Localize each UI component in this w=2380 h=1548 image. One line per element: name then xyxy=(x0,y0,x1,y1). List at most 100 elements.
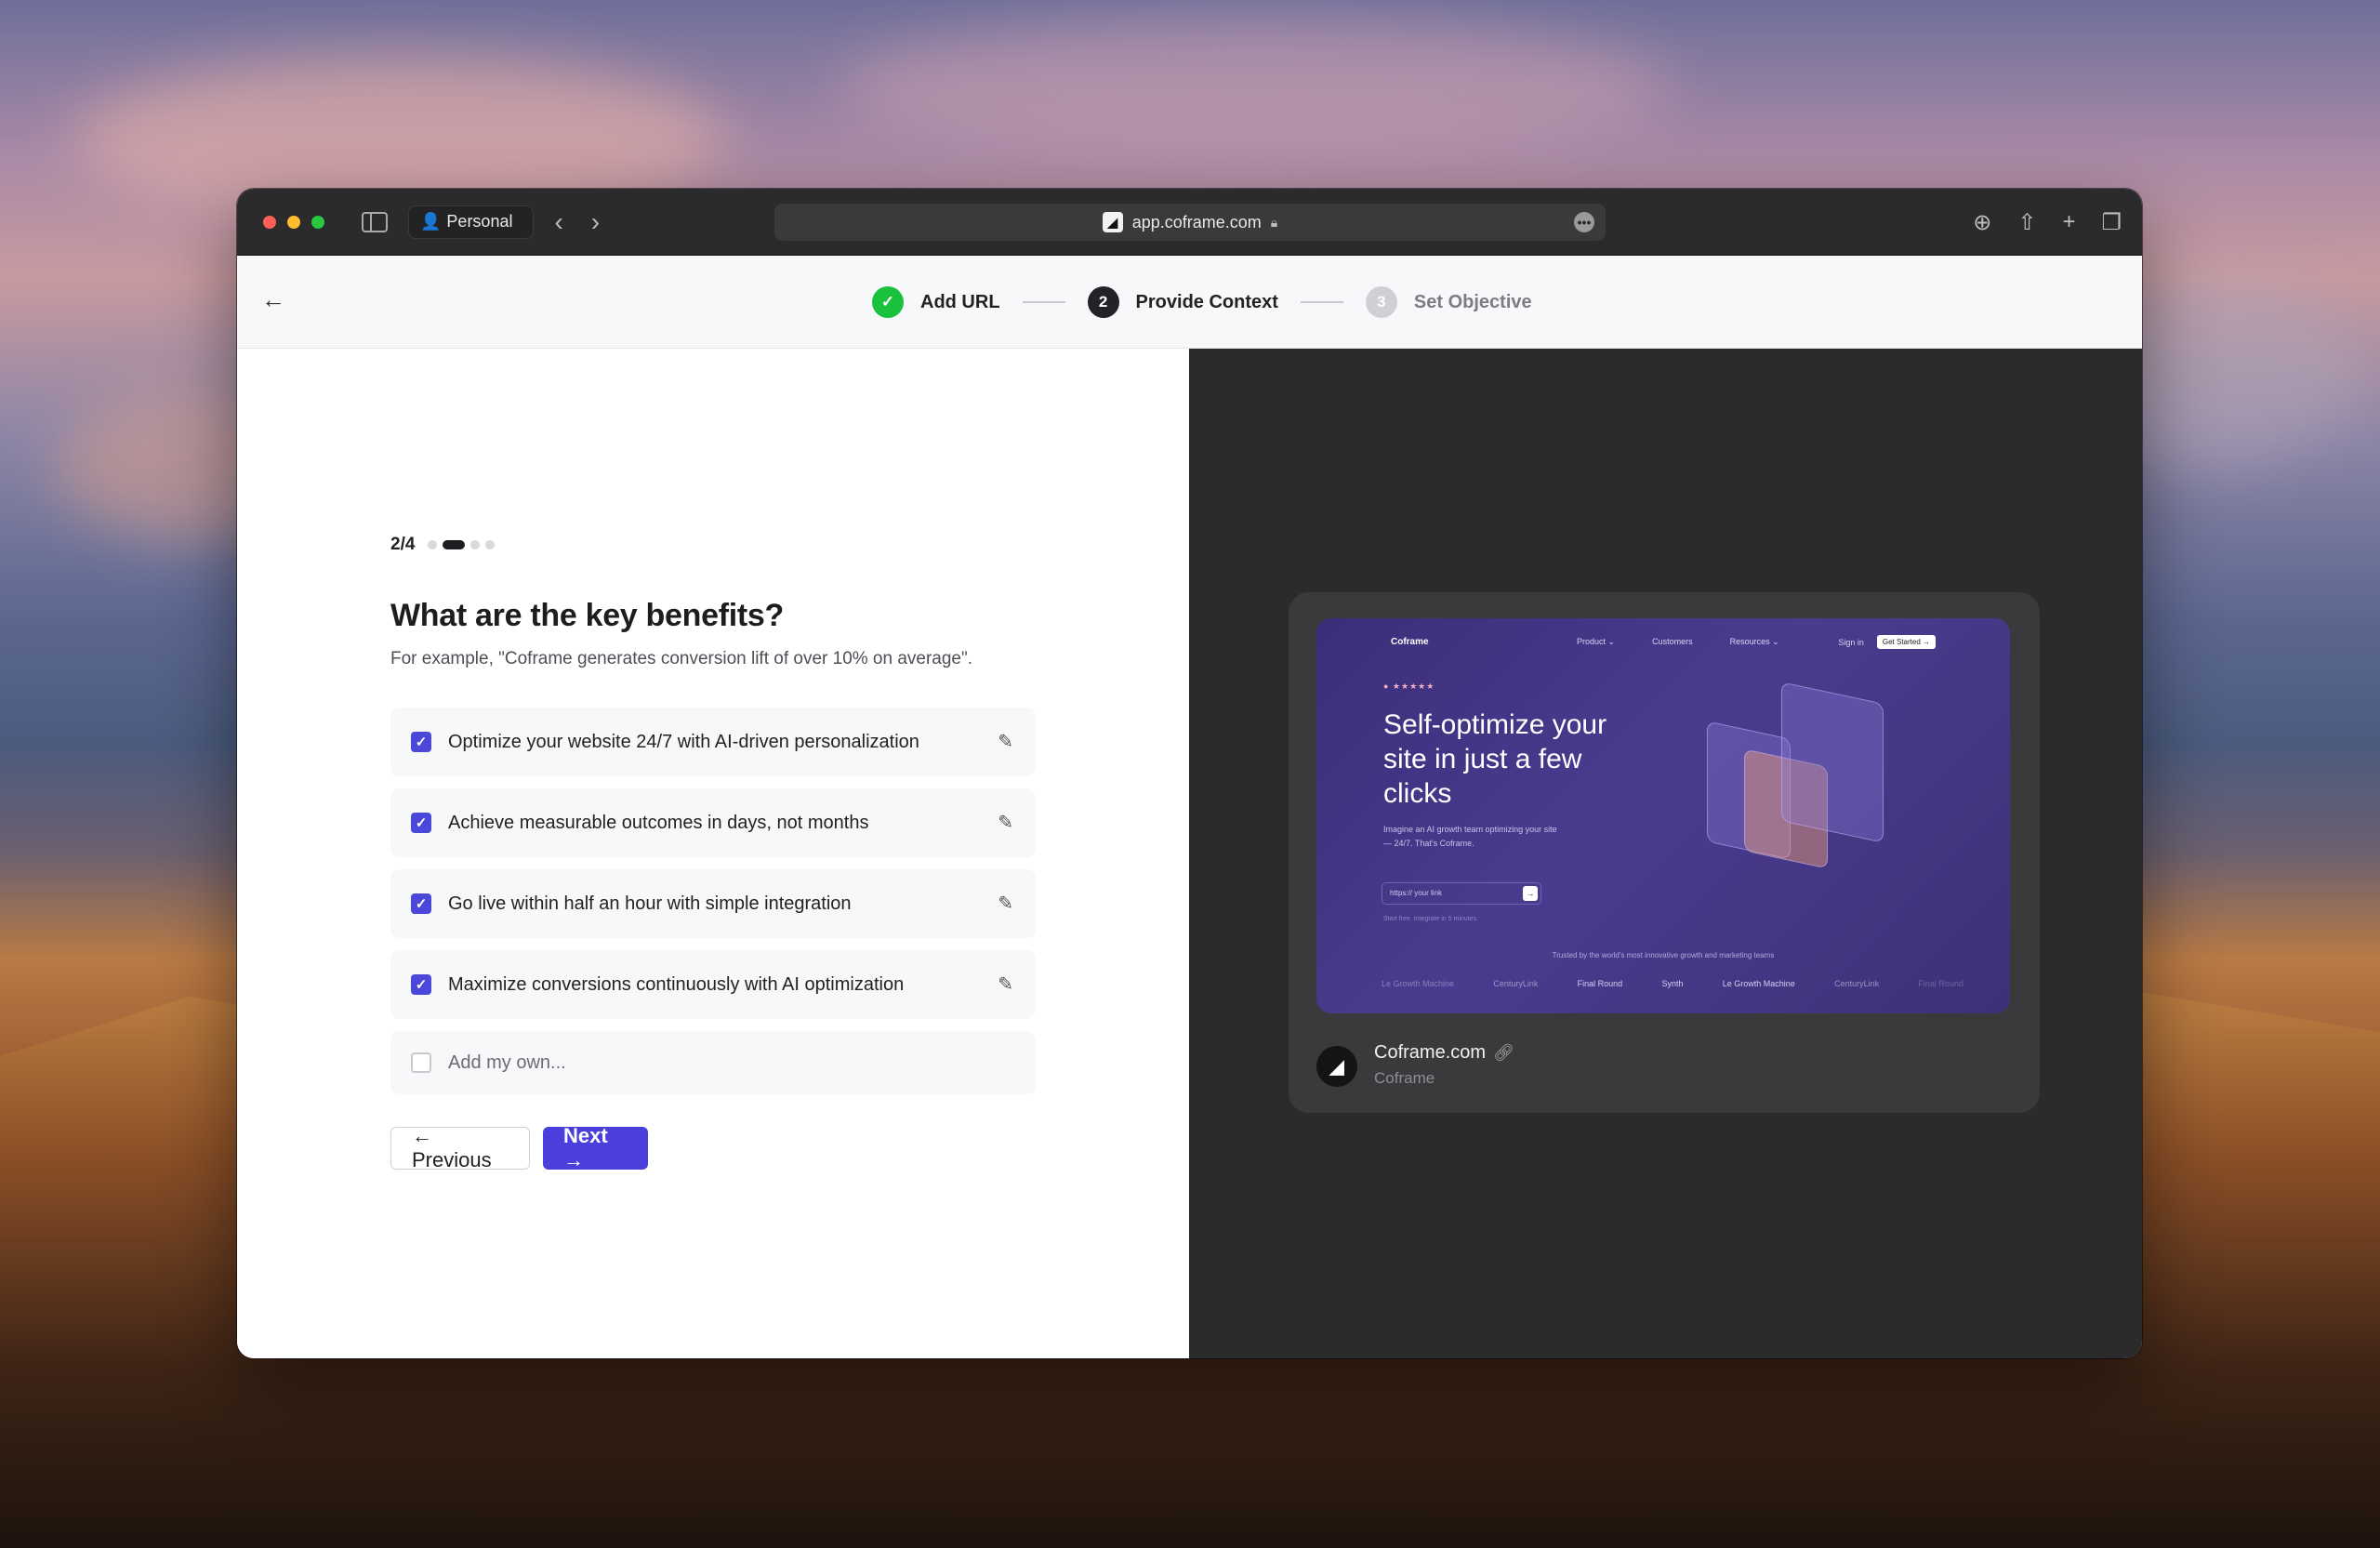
checkbox-checked[interactable]: ✓ xyxy=(411,732,431,752)
question-subtitle: For example, "Coframe generates conversi… xyxy=(390,649,973,668)
preview-small-note: Start free. Integrate in 5 minutes. xyxy=(1383,916,1478,922)
option-label: Optimize your website 24/7 with AI-drive… xyxy=(448,731,919,752)
step-number: 3 xyxy=(1365,286,1397,318)
site-preview-card: Coframe Product ⌄ Customers Resources ⌄ … xyxy=(1289,592,2040,1113)
more-options-icon[interactable]: ••• xyxy=(1574,212,1594,232)
benefit-options: ✓ Optimize your website 24/7 with AI-dri… xyxy=(390,708,1036,1106)
edit-pencil-icon[interactable]: ✎ xyxy=(998,972,1013,996)
person-icon: 👤 xyxy=(420,212,442,231)
question-progress: 2/4 xyxy=(390,535,496,555)
step-add-url: ✓ Add URL xyxy=(872,286,1000,318)
back-icon[interactable]: ‹ xyxy=(554,207,562,237)
site-favicon-icon: ◢ xyxy=(1102,212,1123,232)
progress-dots xyxy=(428,540,496,549)
preview-logos: Le Growth Machine CenturyLink Final Roun… xyxy=(1382,979,1964,988)
link-icon[interactable]: 🔗︎ xyxy=(1493,1043,1514,1062)
preview-signin: Sign in xyxy=(1838,637,1864,647)
back-arrow-icon[interactable]: ← xyxy=(261,285,285,314)
benefit-option[interactable]: ✓ Achieve measurable outcomes in days, n… xyxy=(390,788,1036,857)
site-subtitle: Coframe xyxy=(1374,1069,1435,1087)
progress-dot xyxy=(428,540,438,549)
steps: ✓ Add URL 2 Provide Context 3 Set Object… xyxy=(872,286,1532,318)
sidebar-toggle-icon[interactable] xyxy=(362,211,388,232)
checkbox-checked[interactable]: ✓ xyxy=(411,813,431,833)
share-icon[interactable]: ⇧ xyxy=(2017,209,2036,236)
preview-arrow-icon: → xyxy=(1523,886,1538,901)
preview-logo: Coframe xyxy=(1391,637,1429,647)
browser-window: 👤 Personal ‹ › ◢ app.coframe.com 🔒︎ ••• … xyxy=(237,189,2142,1358)
history-nav: ‹ › xyxy=(554,207,600,237)
progress-dot xyxy=(485,540,496,549)
progress-count: 2/4 xyxy=(390,535,416,554)
add-own-input[interactable]: Add my own... xyxy=(448,1052,566,1074)
preview-trusted: Trusted by the world's most innovative g… xyxy=(1552,951,1775,959)
preview-headline: Self-optimize your site in just a few cl… xyxy=(1383,709,1607,809)
preview-input-placeholder: https:// your link xyxy=(1390,889,1443,897)
customer-logo: Final Round xyxy=(1577,979,1623,988)
customer-logo: CenturyLink xyxy=(1493,979,1539,988)
toolbar-actions: ⊕ ⇧ + ❐ xyxy=(1973,189,2122,256)
next-button[interactable]: Next → xyxy=(543,1124,648,1171)
option-label: Achieve measurable outcomes in days, not… xyxy=(448,812,869,833)
browser-toolbar: 👤 Personal ‹ › ◢ app.coframe.com 🔒︎ ••• … xyxy=(237,189,2142,256)
add-own-option[interactable]: Add my own... xyxy=(390,1031,1036,1094)
option-label: Maximize conversions continuously with A… xyxy=(448,973,905,995)
preview-body: Imagine an AI growth team optimizing you… xyxy=(1383,825,1557,848)
new-tab-icon[interactable]: + xyxy=(2062,209,2075,235)
benefit-option[interactable]: ✓ Optimize your website 24/7 with AI-dri… xyxy=(390,708,1036,776)
check-icon: ✓ xyxy=(872,286,904,318)
checkbox-checked[interactable]: ✓ xyxy=(411,974,431,995)
edit-pencil-icon[interactable]: ✎ xyxy=(998,811,1013,834)
step-provide-context: 2 Provide Context xyxy=(1087,286,1278,318)
step-number: 2 xyxy=(1087,286,1119,318)
download-icon[interactable]: ⊕ xyxy=(1973,209,1991,236)
illustration-panel xyxy=(1781,681,1884,843)
minimize-window-button[interactable] xyxy=(287,215,300,229)
step-connector xyxy=(1300,301,1343,303)
zoom-window-button[interactable] xyxy=(311,215,324,229)
checkbox-unchecked[interactable] xyxy=(411,1052,431,1073)
progress-dot-active xyxy=(443,540,466,549)
tab-overview-icon[interactable]: ❐ xyxy=(2101,209,2122,236)
customer-logo: Synth xyxy=(1661,979,1684,988)
preview-illustration xyxy=(1707,681,1930,906)
site-name-row: Coframe.com 🔗︎ xyxy=(1374,1042,1514,1064)
edit-pencil-icon[interactable]: ✎ xyxy=(998,730,1013,753)
question-title: What are the key benefits? xyxy=(390,598,784,633)
step-label: Set Objective xyxy=(1413,291,1532,312)
form-actions: ← Previous Next → xyxy=(390,1124,648,1171)
close-window-button[interactable] xyxy=(263,215,276,229)
preview-rating: ● ★★★★★ xyxy=(1383,681,1435,691)
benefit-option[interactable]: ✓ Go live within half an hour with simpl… xyxy=(390,869,1036,938)
onboarding-stepper: ← ✓ Add URL 2 Provide Context 3 Set Obje… xyxy=(237,256,2142,349)
customer-logo: Le Growth Machine xyxy=(1382,979,1455,988)
profile-button[interactable]: 👤 Personal xyxy=(408,205,535,239)
step-label: Add URL xyxy=(920,291,1000,312)
edit-pencil-icon[interactable]: ✎ xyxy=(998,892,1013,915)
preview-url-input: https:// your link → xyxy=(1382,882,1541,905)
forward-icon[interactable]: › xyxy=(591,207,600,237)
benefit-option[interactable]: ✓ Maximize conversions continuously with… xyxy=(390,950,1036,1019)
window-controls xyxy=(263,215,324,229)
customer-logo: CenturyLink xyxy=(1834,979,1880,988)
preview-nav-link: Resources ⌄ xyxy=(1729,637,1779,646)
option-label: Go live within half an hour with simple … xyxy=(448,893,852,914)
profile-label: Personal xyxy=(446,212,513,231)
site-screenshot: Coframe Product ⌄ Customers Resources ⌄ … xyxy=(1316,618,2010,1013)
step-set-objective: 3 Set Objective xyxy=(1365,286,1532,318)
previous-button[interactable]: ← Previous xyxy=(390,1124,530,1171)
preview-panel: Coframe Product ⌄ Customers Resources ⌄ … xyxy=(1189,349,2142,1358)
site-avatar: ◢ xyxy=(1316,1046,1357,1087)
checkbox-checked[interactable]: ✓ xyxy=(411,893,431,914)
form-panel: 2/4 What are the key benefits? For examp… xyxy=(237,349,1189,1358)
customer-logo: Le Growth Machine xyxy=(1722,979,1795,988)
step-connector xyxy=(1022,301,1065,303)
preview-nav: Coframe Product ⌄ Customers Resources ⌄ … xyxy=(1391,635,1936,649)
preview-cta: Get Started → xyxy=(1876,635,1936,649)
preview-nav-link: Product ⌄ xyxy=(1577,637,1616,646)
address-bar[interactable]: ◢ app.coframe.com 🔒︎ ••• xyxy=(774,204,1606,241)
step-label: Provide Context xyxy=(1135,291,1278,312)
lock-icon: 🔒︎ xyxy=(1270,214,1278,230)
site-info: ◢ Coframe.com 🔗︎ Coframe xyxy=(1316,1042,1514,1088)
customer-logo: Final Round xyxy=(1918,979,1964,988)
